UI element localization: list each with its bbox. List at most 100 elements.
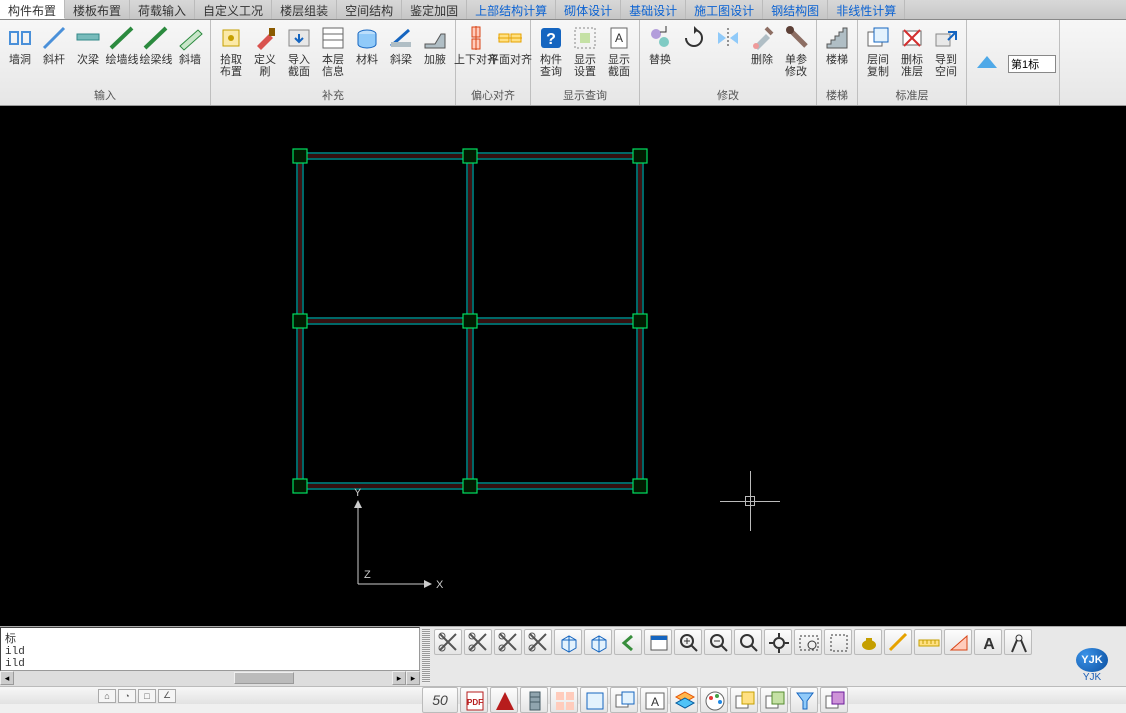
btm-tool-pan[interactable] bbox=[764, 629, 792, 655]
zoom-value[interactable]: 50 bbox=[422, 687, 458, 713]
btm2-tool-grid-copy[interactable] bbox=[550, 687, 578, 713]
btm-tool-teapot[interactable] bbox=[854, 629, 882, 655]
btm-tool-scissors-2[interactable] bbox=[464, 629, 492, 655]
tool-material[interactable]: 材料 bbox=[350, 22, 384, 68]
btm-tool-zoom-fit[interactable] bbox=[734, 629, 762, 655]
btm2-tool-building[interactable] bbox=[520, 687, 548, 713]
btm-tool-scissors-4[interactable] bbox=[524, 629, 552, 655]
status-btn-1[interactable]: ⌂ bbox=[98, 689, 116, 703]
tool-wall-gap[interactable]: 墙洞 bbox=[3, 22, 37, 68]
h-scrollbar[interactable]: ◂ ▸ ▸ bbox=[0, 671, 420, 686]
tab-3[interactable]: 自定义工况 bbox=[195, 0, 272, 19]
btm2-tool-copy-3[interactable] bbox=[820, 687, 848, 713]
tab-11[interactable]: 钢结构图 bbox=[763, 0, 828, 19]
tab-0[interactable]: 构件布置 bbox=[0, 0, 65, 19]
tool-label: 删标 bbox=[901, 54, 923, 66]
btm-tool-measure[interactable] bbox=[884, 629, 912, 655]
tool-diag-wall[interactable]: 斜墙 bbox=[173, 22, 207, 68]
tab-10[interactable]: 施工图设计 bbox=[686, 0, 763, 19]
layer-icon bbox=[319, 24, 347, 52]
btm-tool-cube-2[interactable] bbox=[584, 629, 612, 655]
tool-mirror[interactable] bbox=[711, 22, 745, 56]
btm2-tool-copy-2[interactable] bbox=[760, 687, 788, 713]
tool-label: 绘梁线 bbox=[140, 54, 173, 66]
diag-beam-icon bbox=[387, 24, 415, 52]
tool-brush[interactable]: 定义刷 bbox=[248, 22, 282, 80]
tool-layer[interactable]: 本层信息 bbox=[316, 22, 350, 80]
tool-label: 次梁 bbox=[77, 54, 99, 66]
tool-disp-sec[interactable]: A显示截面 bbox=[602, 22, 636, 80]
tool-export[interactable]: 导到空间 bbox=[929, 22, 963, 80]
btm2-tool-layers[interactable] bbox=[670, 687, 698, 713]
scroll-right-arrow[interactable]: ▸ bbox=[392, 671, 406, 685]
tool-diag[interactable]: 斜杆 bbox=[37, 22, 71, 68]
btm-tool-zoom-in[interactable] bbox=[674, 629, 702, 655]
btm2-tool-text-box[interactable]: A bbox=[640, 687, 668, 713]
tool-copy[interactable]: 层间复制 bbox=[861, 22, 895, 80]
scroll-thumb[interactable] bbox=[234, 672, 294, 684]
btm-tool-window[interactable] bbox=[644, 629, 672, 655]
material-icon bbox=[353, 24, 381, 52]
tool-stair[interactable]: 楼梯 bbox=[820, 22, 854, 68]
tool-label: 斜梁 bbox=[390, 54, 412, 66]
tab-12[interactable]: 非线性计算 bbox=[828, 0, 905, 19]
btm-tool-triangle[interactable] bbox=[944, 629, 972, 655]
status-btn-2[interactable]: ◔ bbox=[118, 689, 136, 703]
import-icon bbox=[285, 24, 313, 52]
tool-label: 导到 bbox=[935, 54, 957, 66]
tool-rotate[interactable] bbox=[677, 22, 711, 56]
tab-4[interactable]: 楼层组装 bbox=[272, 0, 337, 19]
tool-beam-line[interactable]: 绘梁线 bbox=[139, 22, 173, 68]
btm-tool-compass[interactable] bbox=[1004, 629, 1032, 655]
toolbar-grip[interactable] bbox=[422, 629, 430, 683]
tool-param[interactable]: 单参修改 bbox=[779, 22, 813, 80]
tab-9[interactable]: 基础设计 bbox=[621, 0, 686, 19]
tab-1[interactable]: 楼板布置 bbox=[65, 0, 130, 19]
scroll-left-arrow[interactable]: ◂ bbox=[0, 671, 14, 685]
tool-disp-set[interactable]: 显示设置 bbox=[568, 22, 602, 80]
tool-import[interactable]: 导入截面 bbox=[282, 22, 316, 80]
scroll-right-arrow-2[interactable]: ▸ bbox=[406, 671, 420, 685]
btm-tool-select-box[interactable] bbox=[824, 629, 852, 655]
tab-7[interactable]: 上部结构计算 bbox=[467, 0, 556, 19]
tool-pick[interactable]: 拾取布置 bbox=[214, 22, 248, 80]
tool-beam2[interactable]: 次梁 bbox=[71, 22, 105, 68]
btm-tool-back[interactable] bbox=[614, 629, 642, 655]
tool-label-2: 查询 bbox=[540, 66, 562, 78]
tool-haunch[interactable]: 加腋 bbox=[418, 22, 452, 68]
disp-sec-icon: A bbox=[605, 24, 633, 52]
btm2-tool-copy-1[interactable] bbox=[730, 687, 758, 713]
btm2-tool-pdf[interactable]: PDF bbox=[460, 687, 488, 713]
btm-tool-zoom-win[interactable] bbox=[794, 629, 822, 655]
btm-tool-scissors-1[interactable] bbox=[434, 629, 462, 655]
tool-replace[interactable]: 替换 bbox=[643, 22, 677, 68]
btm2-tool-sel-2[interactable] bbox=[610, 687, 638, 713]
btm-tool-scissors-3[interactable] bbox=[494, 629, 522, 655]
tool-query[interactable]: ?构件查询 bbox=[534, 22, 568, 80]
tool-align-h[interactable]: 平面对齐 bbox=[493, 22, 527, 68]
tool-del-layer[interactable]: 删标准层 bbox=[895, 22, 929, 80]
tab-6[interactable]: 鉴定加固 bbox=[402, 0, 467, 19]
tab-5[interactable]: 空间结构 bbox=[337, 0, 402, 19]
btm-tool-cube-1[interactable] bbox=[554, 629, 582, 655]
btm-tool-zoom-out[interactable] bbox=[704, 629, 732, 655]
up-arrow-button[interactable] bbox=[970, 48, 1004, 80]
btm2-tool-palette[interactable] bbox=[700, 687, 728, 713]
tool-delete[interactable]: 删除 bbox=[745, 22, 779, 68]
btm-tool-ruler[interactable] bbox=[914, 629, 942, 655]
tab-2[interactable]: 荷载输入 bbox=[130, 0, 195, 19]
std-layer-dropdown[interactable] bbox=[1008, 55, 1056, 73]
tab-8[interactable]: 砌体设计 bbox=[556, 0, 621, 19]
tool-label: 定义 bbox=[254, 54, 276, 66]
tool-wall-line[interactable]: 绘墙线 bbox=[105, 22, 139, 68]
drawing-canvas[interactable]: Y X Z bbox=[0, 106, 1126, 626]
tool-label: 材料 bbox=[356, 54, 378, 66]
btm2-tool-sel-1[interactable] bbox=[580, 687, 608, 713]
tool-diag-beam[interactable]: 斜梁 bbox=[384, 22, 418, 68]
btm2-tool-filter[interactable] bbox=[790, 687, 818, 713]
status-btn-3[interactable]: □ bbox=[138, 689, 156, 703]
status-btn-4[interactable]: ∠ bbox=[158, 689, 176, 703]
btm2-tool-acad[interactable] bbox=[490, 687, 518, 713]
del-layer-icon bbox=[898, 24, 926, 52]
btm-tool-text-a[interactable]: A bbox=[974, 629, 1002, 655]
